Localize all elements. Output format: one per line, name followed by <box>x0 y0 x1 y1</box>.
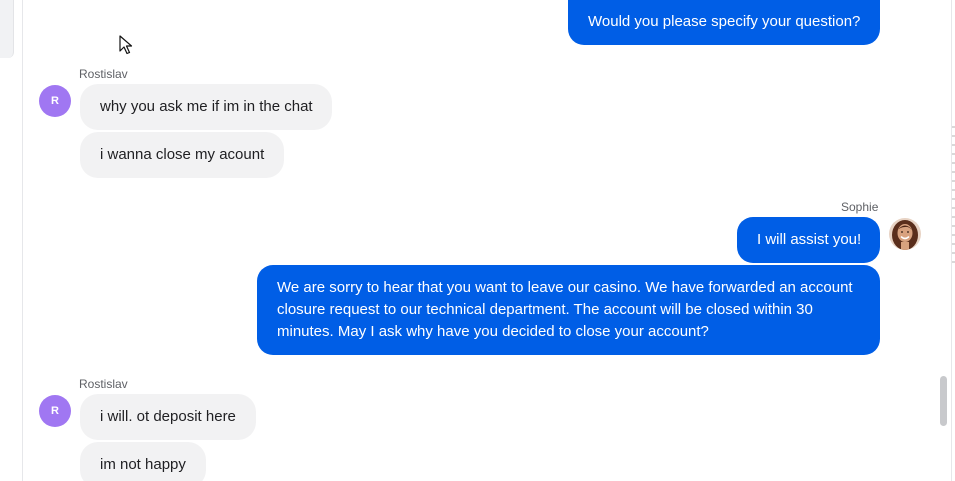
chat-window: Would you please specify your question? … <box>0 0 955 481</box>
message-text: I will assist you! <box>757 231 862 248</box>
agent-message-bubble: We are sorry to hear that you want to le… <box>257 265 880 355</box>
sender-name: Rostislav <box>79 67 128 81</box>
message-text-line: closure request to our technical departm… <box>277 301 813 318</box>
side-panel-edge <box>0 0 14 58</box>
user-message-bubble: im not happy <box>80 442 206 481</box>
agent-avatar <box>889 218 921 250</box>
agent-message-bubble: Would you please specify your question? <box>568 0 880 45</box>
message-text-line: minutes. May I ask why have you decided … <box>277 323 709 340</box>
user-avatar: R <box>39 395 71 427</box>
user-avatar: R <box>39 85 71 117</box>
user-message-bubble: why you ask me if im in the chat <box>80 84 332 130</box>
message-text: im not happy <box>100 456 186 473</box>
user-message-bubble: i will. ot deposit here <box>80 394 256 440</box>
sender-name: Rostislav <box>79 377 128 391</box>
message-text: why you ask me if im in the chat <box>100 98 313 115</box>
mouse-cursor-icon <box>119 35 133 60</box>
message-text-line: We are sorry to hear that you want to le… <box>277 279 853 296</box>
message-text: Would you please specify your question? <box>588 13 861 30</box>
chat-scrollbar-thumb[interactable] <box>940 376 947 426</box>
user-message-bubble: i wanna close my acount <box>80 132 284 178</box>
chat-left-border <box>22 0 23 481</box>
message-text: i will. ot deposit here <box>100 408 236 425</box>
agent-message-bubble: I will assist you! <box>737 217 880 263</box>
message-text: i wanna close my acount <box>100 146 265 163</box>
sender-name: Sophie <box>841 200 879 214</box>
